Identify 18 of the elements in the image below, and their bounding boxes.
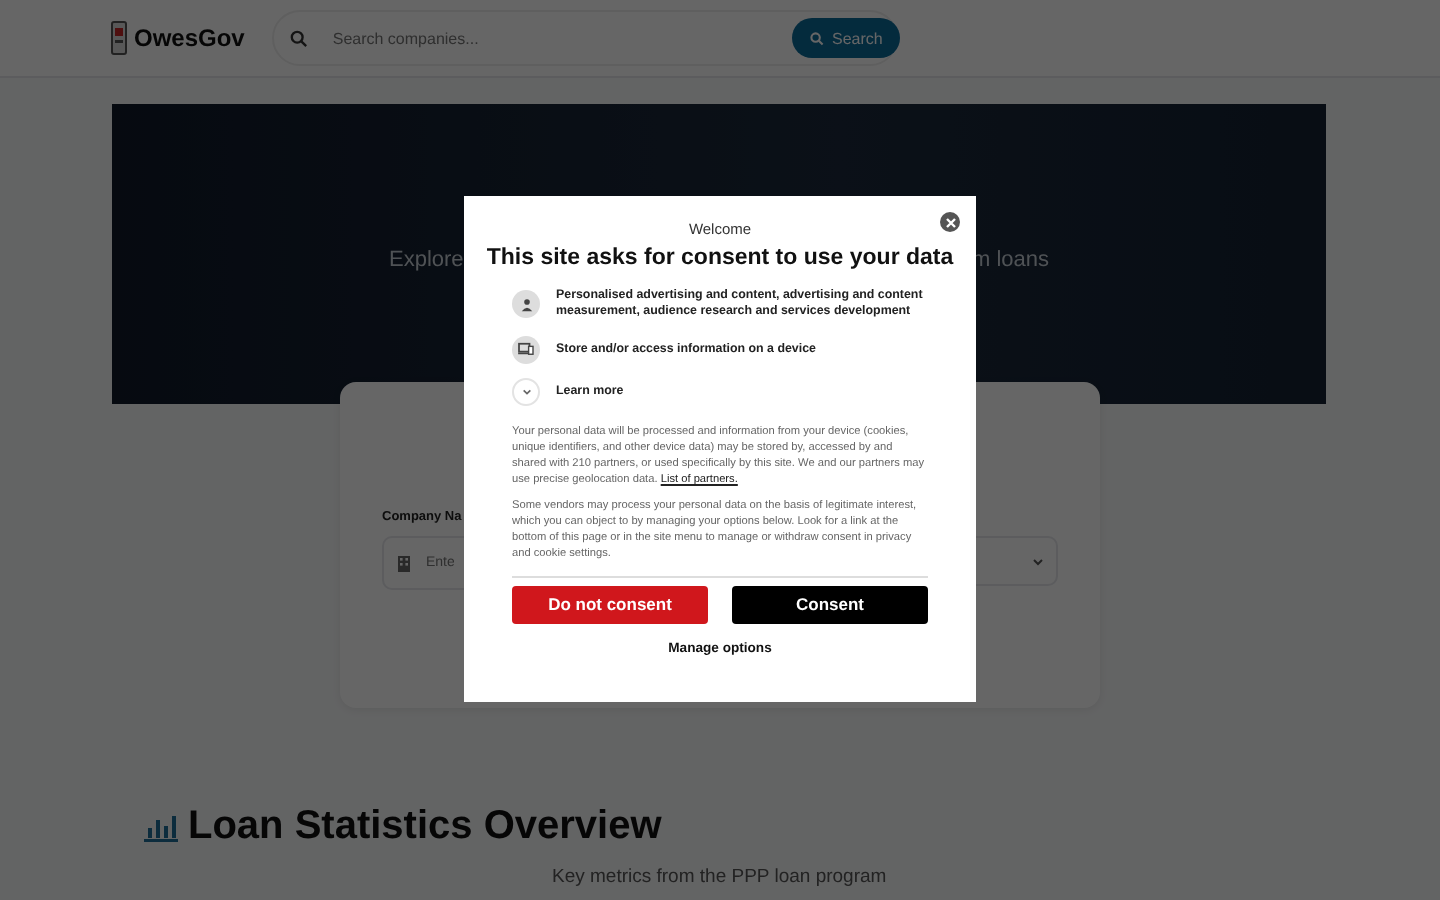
building-icon bbox=[398, 555, 410, 571]
dialog-title: This site asks for consent to use your data bbox=[486, 246, 954, 270]
chevron-down-icon bbox=[1032, 557, 1044, 565]
bar-chart-icon bbox=[144, 813, 178, 841]
devices-icon bbox=[518, 342, 534, 357]
reject-button[interactable]: Do not consent bbox=[512, 585, 708, 624]
hero-subtitle: Explore bbox=[389, 248, 464, 272]
close-icon bbox=[945, 217, 955, 227]
logo-icon bbox=[110, 20, 128, 56]
close-button[interactable] bbox=[940, 212, 960, 232]
person-icon bbox=[519, 297, 533, 312]
search-icon bbox=[290, 29, 309, 47]
consent-button[interactable]: Consent bbox=[732, 585, 928, 624]
brand-name: OwesGov bbox=[134, 24, 245, 52]
section-subtitle: Key metrics from the PPP loan program bbox=[552, 866, 889, 888]
search-icon bbox=[810, 31, 824, 45]
chevron-down-icon bbox=[521, 387, 531, 396]
section-title: Loan Statistics Overview bbox=[188, 804, 662, 850]
